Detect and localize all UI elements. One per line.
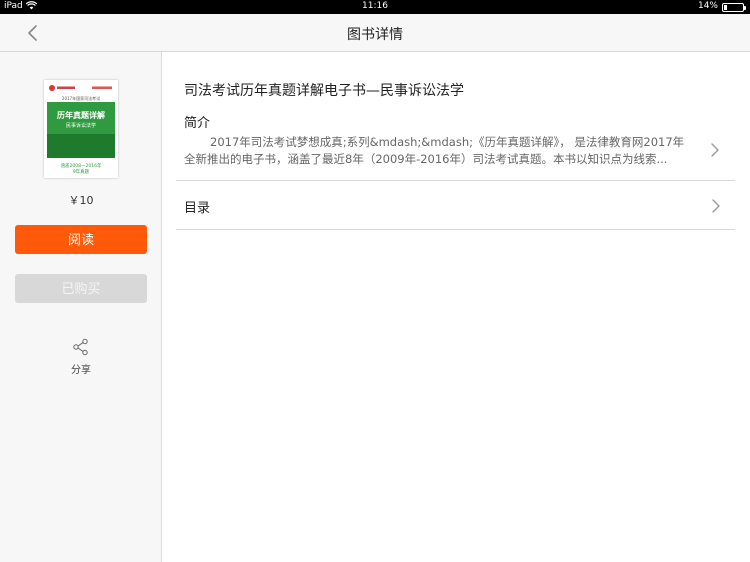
publisher-logo [48,84,114,94]
chevron-right-icon[interactable] [710,142,720,158]
toc-row[interactable]: 目录 [176,181,735,229]
page-title: 图书详情 [347,27,403,43]
share-button[interactable]: 分享 [61,338,101,376]
cover-band-dark [47,134,115,158]
intro-heading: 简介 [184,116,211,131]
battery-percent: 14% [697,1,718,11]
chevron-right-icon [711,198,721,214]
battery-icon [722,3,746,12]
purchased-button: 已购买 [15,274,147,303]
clock: 11:16 [362,1,388,11]
status-bar: iPad 11:16 14% [0,0,750,14]
book-cover[interactable]: 2017年国家司法考试 历年真题详解 民事诉讼法学 涵盖2008—2016年 9… [44,80,118,178]
share-label: 分享 [71,365,91,376]
read-button[interactable]: 阅读 [15,225,147,254]
toc-label: 目录 [184,201,211,216]
book-title: 司法考试历年真题详解电子书—民事诉讼法学 [184,83,464,99]
cover-title: 历年真题详解 [57,111,105,120]
intro-line-1: 2017年司法考试梦想成真;系列&mdash;&mdash;《历年真题详解》， … [210,135,685,149]
cover-range-years: 9年真题 [72,170,90,175]
share-icon [72,338,90,356]
intro-line-2: 全新推出的电子书，涵盖了最近8年（2009年-2016年）司法考试真题。本书以知… [184,152,668,166]
divider [176,229,735,230]
book-detail: 司法考试历年真题详解电子书—民事诉讼法学 简介 2017年司法考试梦想成真;系列… [162,52,750,562]
intro-summary[interactable]: 2017年司法考试梦想成真;系列&mdash;&mdash;《历年真题详解》， … [184,134,704,168]
cover-subtitle: 民事诉讼法学 [65,123,96,129]
book-sidebar: 2017年国家司法考试 历年真题详解 民事诉讼法学 涵盖2008—2016年 9… [0,52,162,562]
navigation-bar: 图书详情 [0,14,750,52]
price-label: ￥10 [68,194,94,207]
